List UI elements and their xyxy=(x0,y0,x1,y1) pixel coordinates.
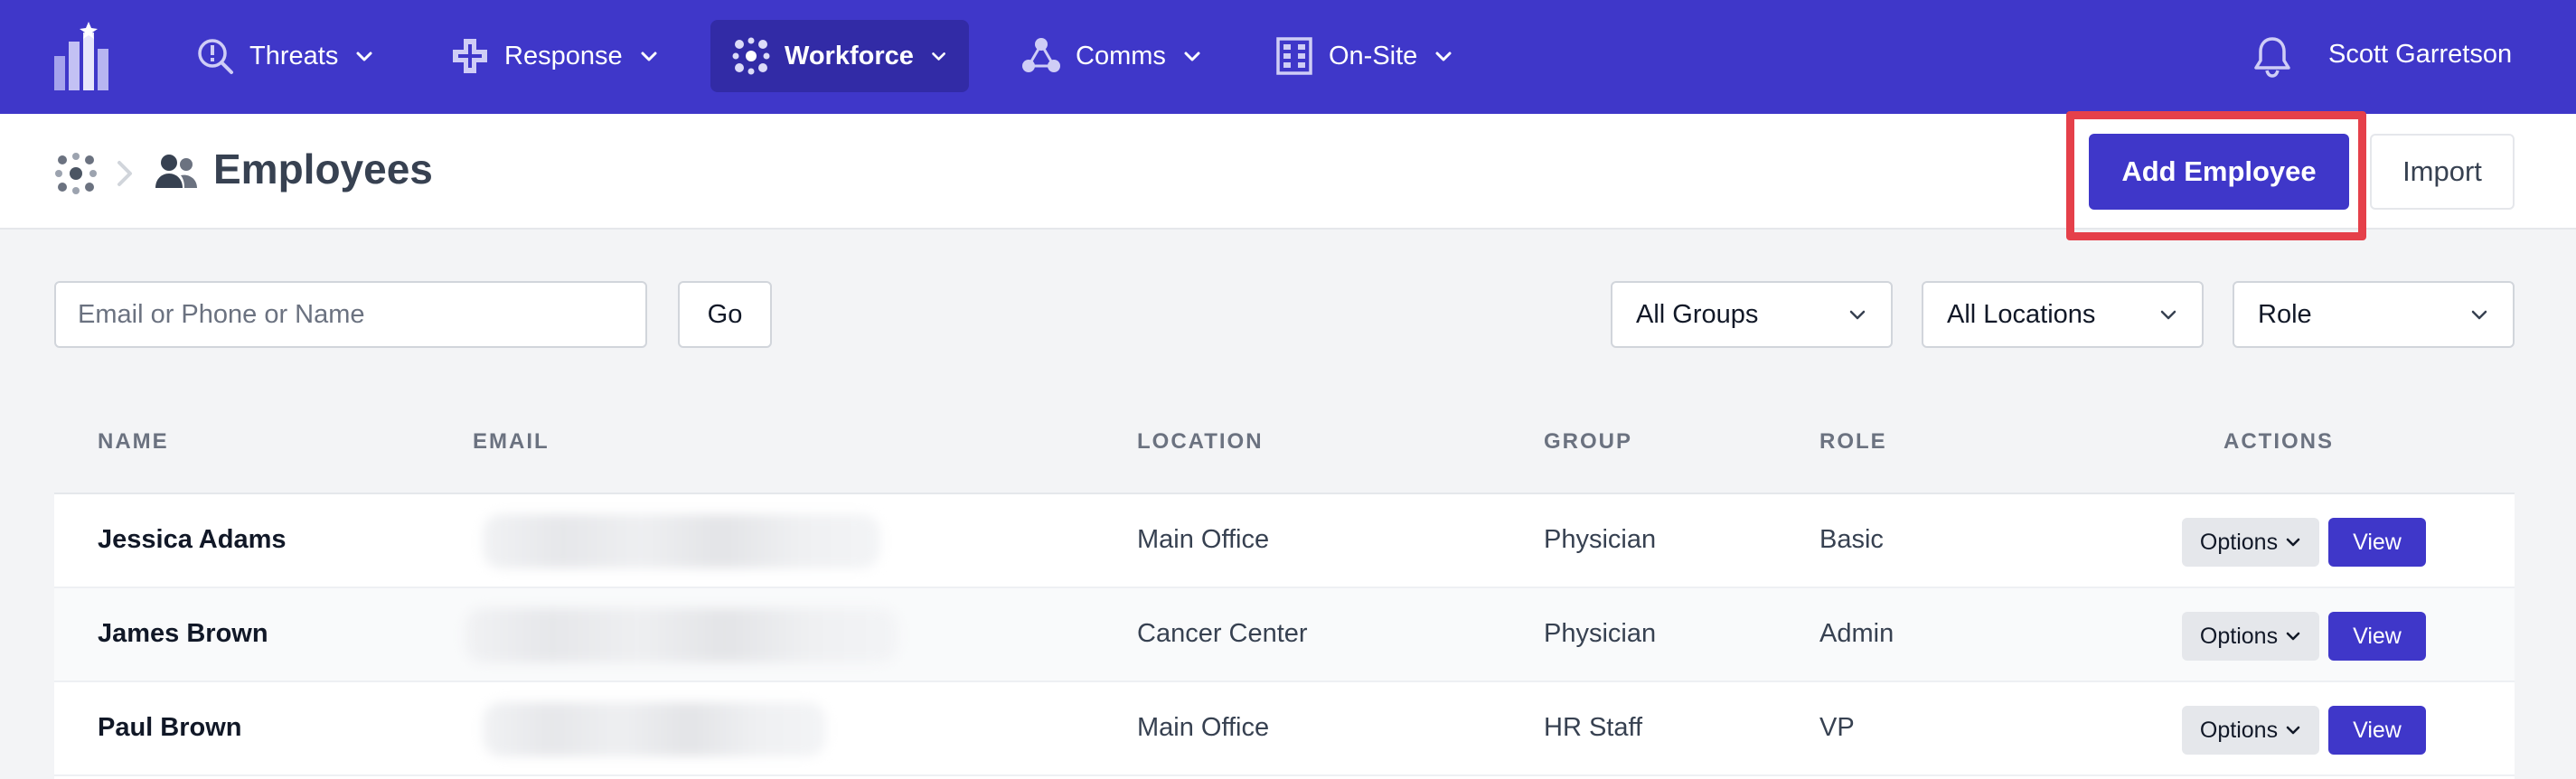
employee-name[interactable]: James Brown xyxy=(98,619,268,649)
locations-select[interactable]: All Locations xyxy=(1922,281,2204,348)
table-header: NAME EMAIL LOCATION GROUP ROLE ACTIONS xyxy=(54,391,2515,494)
column-header-email[interactable]: EMAIL xyxy=(473,429,550,455)
view-button[interactable]: View xyxy=(2328,518,2426,567)
groups-select[interactable]: All Groups xyxy=(1611,281,1893,348)
employee-group: Physician xyxy=(1544,619,1657,648)
employee-role: Basic xyxy=(1819,525,1884,554)
table-row[interactable]: Paul Brown Main Office HR Staff VP Optio… xyxy=(54,682,2515,776)
redacted-email xyxy=(483,702,826,756)
employee-role: VP xyxy=(1819,713,1855,742)
options-button[interactable]: Options xyxy=(2182,706,2319,755)
chevron-down-icon xyxy=(1849,310,1866,320)
column-header-role[interactable]: ROLE xyxy=(1819,429,1887,455)
employee-location: Main Office xyxy=(1137,713,1270,742)
chevron-down-icon xyxy=(2286,632,2300,641)
page-title: Employees xyxy=(213,145,433,192)
locations-select-value: All Locations xyxy=(1947,299,2096,329)
table-row[interactable]: James Brown Cancer Center Physician Admi… xyxy=(54,588,2515,682)
employee-group: HR Staff xyxy=(1544,713,1643,742)
view-button[interactable]: View xyxy=(2328,612,2426,661)
employee-name[interactable]: Paul Brown xyxy=(98,713,242,743)
options-button[interactable]: Options xyxy=(2182,518,2319,567)
nav-threats-label: Threats xyxy=(249,41,339,70)
options-label: Options xyxy=(2199,529,2279,555)
top-navigation: Threats Response Workforce Comms On-Site… xyxy=(0,0,2576,114)
network-triangle-icon xyxy=(1021,36,1061,76)
workforce-breadcrumb-icon[interactable] xyxy=(54,152,98,195)
bell-icon[interactable] xyxy=(2251,34,2294,80)
chevron-down-icon xyxy=(1184,52,1200,61)
go-button[interactable]: Go xyxy=(678,281,772,348)
nav-workforce[interactable]: Workforce xyxy=(710,20,969,92)
dots-grid-icon xyxy=(732,36,770,76)
building-icon xyxy=(1274,36,1314,76)
employee-location: Main Office xyxy=(1137,525,1270,554)
options-label: Options xyxy=(2199,717,2279,743)
options-label: Options xyxy=(2199,623,2279,649)
chevron-down-icon xyxy=(2286,726,2300,735)
user-menu[interactable]: Scott Garretson xyxy=(2328,40,2512,70)
add-employee-button[interactable]: Add Employee xyxy=(2089,134,2349,210)
employees-table: NAME EMAIL LOCATION GROUP ROLE ACTIONS J… xyxy=(54,391,2515,779)
medical-cross-icon xyxy=(450,36,490,76)
redacted-email xyxy=(483,514,880,568)
employee-location: Cancer Center xyxy=(1137,619,1308,648)
app-logo[interactable] xyxy=(51,22,119,92)
nav-response-label: Response xyxy=(504,41,623,70)
redacted-email xyxy=(465,608,898,662)
chevron-down-icon xyxy=(356,52,372,61)
employee-name[interactable]: Jessica Adams xyxy=(98,525,287,555)
nav-on-site-label: On-Site xyxy=(1329,41,1418,70)
column-header-actions: ACTIONS xyxy=(2223,429,2334,454)
nav-threats[interactable]: Threats xyxy=(174,20,396,92)
groups-select-value: All Groups xyxy=(1636,299,1759,329)
chevron-down-icon xyxy=(1435,52,1452,61)
nav-on-site[interactable]: On-Site xyxy=(1253,20,1475,92)
chevron-down-icon xyxy=(2471,310,2487,320)
search-input[interactable] xyxy=(54,281,647,348)
chevron-right-icon xyxy=(118,161,132,186)
nav-comms-label: Comms xyxy=(1076,41,1166,70)
role-select[interactable]: Role xyxy=(2233,281,2515,348)
options-button[interactable]: Options xyxy=(2182,612,2319,661)
people-icon xyxy=(155,155,197,188)
view-button[interactable]: View xyxy=(2328,706,2426,755)
employee-role: Admin xyxy=(1819,619,1894,648)
role-select-value: Role xyxy=(2258,299,2312,329)
nav-response[interactable]: Response xyxy=(428,20,681,92)
search-alert-icon xyxy=(195,36,235,76)
column-header-location[interactable]: LOCATION xyxy=(1137,429,1264,455)
column-header-name[interactable]: NAME xyxy=(98,429,169,455)
employee-group: Physician xyxy=(1544,525,1657,554)
chevron-down-icon xyxy=(932,52,945,61)
import-button[interactable]: Import xyxy=(2370,134,2515,210)
chevron-down-icon xyxy=(2286,538,2300,547)
column-header-group[interactable]: GROUP xyxy=(1544,429,1632,455)
chevron-down-icon xyxy=(2160,310,2176,320)
table-row[interactable]: Jessica Adams Main Office Physician Basi… xyxy=(54,494,2515,588)
nav-workforce-label: Workforce xyxy=(785,41,914,70)
chevron-down-icon xyxy=(641,52,657,61)
nav-comms[interactable]: Comms xyxy=(1000,20,1224,92)
